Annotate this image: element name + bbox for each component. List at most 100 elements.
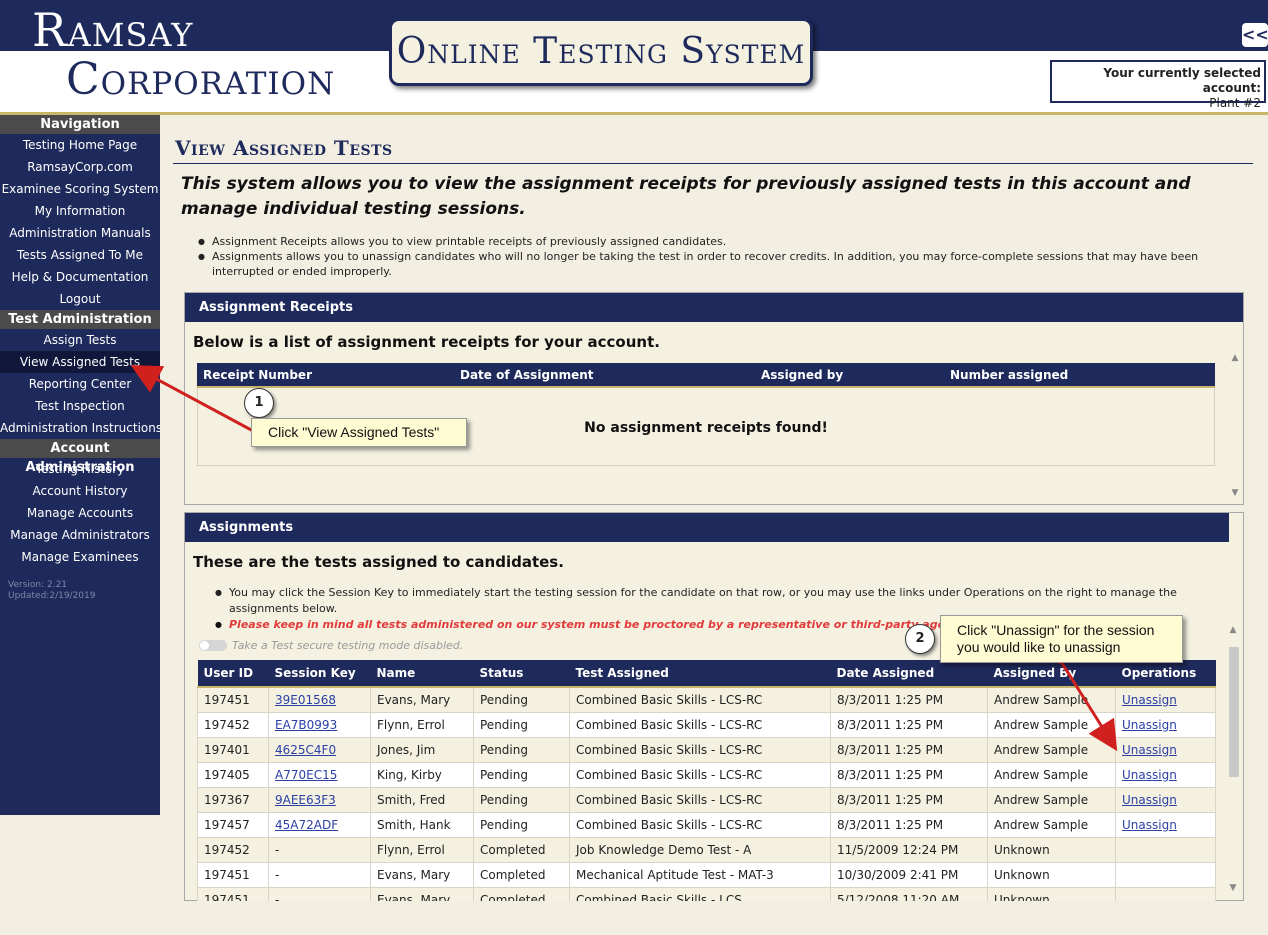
- name-cell: Smith, Hank: [370, 811, 474, 838]
- sidebar-item-my-information[interactable]: My Information: [0, 200, 160, 222]
- version-info: Version: 2.21 Updated:2/19/2019: [0, 568, 160, 602]
- sidebar-item-reporting-center[interactable]: Reporting Center: [0, 373, 160, 395]
- sidebar-item-testing-history[interactable]: Testing History: [0, 458, 160, 480]
- test-assigned-cell: Combined Basic Skills - LCS: [569, 886, 831, 901]
- sidebar-item-admin-instructions[interactable]: Administration Instructions: [0, 417, 160, 439]
- receipts-table: Receipt Number Date of Assignment Assign…: [197, 363, 1215, 466]
- date-assigned-cell: 10/30/2009 2:41 PM: [830, 861, 988, 888]
- nav-section-test-administration: Test Administration: [0, 310, 160, 329]
- name-cell: Flynn, Errol: [370, 711, 474, 738]
- session-key-cell: -: [268, 886, 371, 901]
- sidebar-item-manage-examinees[interactable]: Manage Examinees: [0, 546, 160, 568]
- column-header[interactable]: Session Key: [268, 660, 371, 688]
- session-key-cell: 4625C4F0: [268, 736, 371, 763]
- system-title-banner: Online Testing System: [389, 18, 813, 86]
- operations-cell: [1115, 836, 1216, 863]
- column-header[interactable]: Number assigned: [944, 363, 1215, 386]
- column-header[interactable]: Name: [370, 660, 474, 688]
- assignments-table: User ID Session Key Name Status Test Ass…: [197, 660, 1216, 901]
- sidebar-item-test-inspection[interactable]: Test Inspection: [0, 395, 160, 417]
- status-cell: Completed: [473, 886, 570, 901]
- test-assigned-cell: Job Knowledge Demo Test - A: [569, 836, 831, 863]
- column-header[interactable]: Date of Assignment: [454, 363, 755, 386]
- sidebar-item-manage-accounts[interactable]: Manage Accounts: [0, 502, 160, 524]
- table-row: 197405 A770EC15 King, Kirby Pending Combined…: [197, 761, 1216, 788]
- scrollbar-thumb[interactable]: [1229, 647, 1239, 777]
- session-key-cell: A770EC15: [268, 761, 371, 788]
- main-content: View Assigned Tests This system allows y…: [160, 115, 1268, 920]
- name-cell: Jones, Jim: [370, 736, 474, 763]
- assignments-panel: Assignments These are the tests assigned…: [184, 512, 1244, 901]
- unassign-link[interactable]: Unassign: [1122, 818, 1177, 832]
- user-id-cell: 197452: [197, 711, 269, 738]
- user-id-cell: 197451: [197, 686, 269, 713]
- session-key-link[interactable]: 9AEE63F3: [275, 793, 336, 807]
- session-key-cell: -: [268, 861, 371, 888]
- toggle-switch-icon[interactable]: [199, 640, 227, 651]
- sidebar-item-help[interactable]: Help & Documentation: [0, 266, 160, 288]
- session-key-link[interactable]: A770EC15: [275, 768, 337, 782]
- collapse-button[interactable]: <<: [1240, 21, 1268, 49]
- user-id-cell: 197401: [197, 736, 269, 763]
- sidebar-item-view-assigned-tests[interactable]: View Assigned Tests: [0, 351, 160, 373]
- operations-cell: [1115, 861, 1216, 888]
- session-key-cell: EA7B0993: [268, 711, 371, 738]
- unassign-link[interactable]: Unassign: [1122, 718, 1177, 732]
- assignments-panel-header: Assignments: [185, 513, 1229, 542]
- sidebar-item-testing-home[interactable]: Testing Home Page: [0, 134, 160, 156]
- operations-cell: [1115, 886, 1216, 901]
- unassign-link[interactable]: Unassign: [1122, 768, 1177, 782]
- scroll-up-icon[interactable]: ▲: [1227, 625, 1239, 635]
- unassign-link[interactable]: Unassign: [1122, 793, 1177, 807]
- unassign-link[interactable]: Unassign: [1122, 743, 1177, 757]
- column-header[interactable]: Operations: [1115, 660, 1216, 688]
- date-assigned-cell: 11/5/2009 12:24 PM: [830, 836, 988, 863]
- receipts-subtitle: Below is a list of assignment receipts f…: [193, 333, 660, 351]
- system-title: Online Testing System: [396, 31, 806, 72]
- receipts-panel-header: Assignment Receipts: [185, 293, 1243, 322]
- app-header: Ramsay Corporation Online Testing System…: [0, 0, 1268, 115]
- test-assigned-cell: Combined Basic Skills - LCS-RC: [569, 711, 831, 738]
- table-row: 197451- Evans, Mary Completed Combined Basi…: [197, 886, 1216, 901]
- session-key-link[interactable]: EA7B0993: [275, 718, 337, 732]
- assignments-table-header: User ID Session Key Name Status Test Ass…: [197, 660, 1216, 688]
- table-row: 197367 9AEE63F3 Smith, Fred Pending Combined…: [197, 786, 1216, 813]
- assignments-scrollbar[interactable]: ▲ ▼: [1227, 625, 1241, 899]
- column-header[interactable]: Test Assigned: [569, 660, 831, 688]
- sidebar-item-manage-administrators[interactable]: Manage Administrators: [0, 524, 160, 546]
- sidebar: Navigation Testing Home Page RamsayCorp.…: [0, 115, 160, 815]
- session-key-link[interactable]: 4625C4F0: [275, 743, 336, 757]
- sidebar-item-admin-manuals[interactable]: Administration Manuals: [0, 222, 160, 244]
- scroll-down-icon[interactable]: ▼: [1227, 883, 1239, 893]
- sidebar-item-tests-assigned-to-me[interactable]: Tests Assigned To Me: [0, 244, 160, 266]
- session-key-link[interactable]: 39E01568: [275, 693, 336, 707]
- column-header[interactable]: Status: [473, 660, 570, 688]
- sidebar-item-ramsaycorp[interactable]: RamsayCorp.com: [0, 156, 160, 178]
- user-id-cell: 197457: [197, 811, 269, 838]
- nav-section-account-administration: Account Administration: [0, 439, 160, 475]
- name-cell: Evans, Mary: [370, 861, 474, 888]
- column-header[interactable]: Assigned by: [755, 363, 944, 386]
- sidebar-item-assign-tests[interactable]: Assign Tests: [0, 329, 160, 351]
- column-header[interactable]: Receipt Number: [197, 363, 454, 386]
- date-assigned-cell: 5/12/2008 11:20 AM: [830, 886, 988, 901]
- unassign-link[interactable]: Unassign: [1122, 693, 1177, 707]
- session-key-link[interactable]: 45A72ADF: [275, 818, 338, 832]
- callout-badge-1: 1: [244, 388, 274, 418]
- scroll-down-icon[interactable]: ▼: [1229, 488, 1241, 498]
- user-id-cell: 197451: [197, 861, 269, 888]
- column-header[interactable]: User ID: [197, 660, 269, 688]
- secure-mode-toggle[interactable]: Take a Test secure testing mode disabled…: [199, 639, 463, 652]
- sidebar-item-logout[interactable]: Logout: [0, 288, 160, 310]
- logo-line-2: Corporation: [66, 54, 336, 105]
- name-cell: King, Kirby: [370, 761, 474, 788]
- sidebar-item-scoring-system[interactable]: Examinee Scoring System: [0, 178, 160, 200]
- status-cell: Pending: [473, 711, 570, 738]
- column-header[interactable]: Assigned By: [987, 660, 1116, 688]
- column-header[interactable]: Date Assigned: [830, 660, 988, 688]
- name-cell: Flynn, Errol: [370, 836, 474, 863]
- scroll-up-icon[interactable]: ▲: [1229, 353, 1241, 363]
- sidebar-item-account-history[interactable]: Account History: [0, 480, 160, 502]
- secure-mode-label: Take a Test secure testing mode disabled…: [232, 639, 464, 652]
- user-id-cell: 197452: [197, 836, 269, 863]
